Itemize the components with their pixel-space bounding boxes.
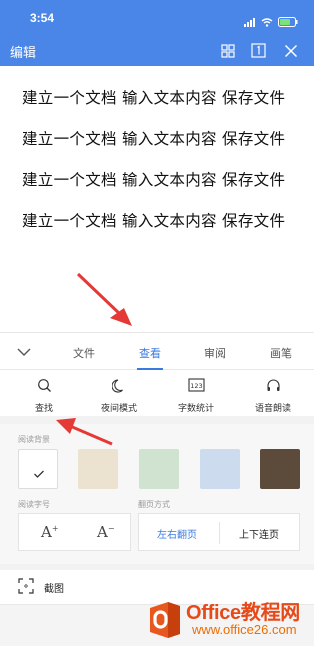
tab-file[interactable]: 文件 (73, 345, 95, 361)
word-count-button[interactable]: 123 字数统计 (164, 378, 228, 414)
watermark-url: www.office26.com (192, 622, 297, 637)
watermark: Office教程网 www.office26.com (140, 592, 314, 646)
bg-swatch-green[interactable] (139, 449, 179, 489)
document-line[interactable]: 建立一个文档 输入文本内容 保存文件 (22, 127, 285, 149)
font-increase-glyph: A (41, 523, 52, 541)
font-size-label: 阅读字号 (18, 500, 50, 509)
bg-swatch-blue[interactable] (200, 449, 240, 489)
read-aloud-label: 语音朗读 (254, 404, 291, 414)
page-turn-divider (219, 522, 220, 544)
read-aloud-button[interactable]: 语音朗读 (241, 378, 305, 414)
document-count-icon[interactable] (250, 42, 267, 59)
watermark-brand: Office教程网 (186, 602, 300, 624)
moon-icon (111, 378, 127, 397)
tab-pen[interactable]: 画笔 (270, 345, 292, 361)
title-bar: 编辑 (0, 36, 314, 66)
crop-icon (18, 578, 34, 598)
view-tools-row: 查找 夜间模式 123 字数统计 语音朗读 (0, 370, 314, 416)
word-count-icon: 123 (187, 378, 205, 397)
chevron-down-icon[interactable] (16, 343, 32, 362)
font-size-control: A+ A− (18, 513, 131, 551)
ribbon-tab-bar: 文件 查看 审阅 画笔 (0, 332, 314, 370)
night-mode-button[interactable]: 夜间模式 (87, 378, 151, 414)
search-icon (37, 378, 52, 397)
find-label: 查找 (34, 404, 53, 414)
tab-review[interactable]: 审阅 (204, 345, 226, 361)
headphones-icon (266, 378, 281, 397)
font-decrease-button[interactable]: A− (97, 523, 115, 541)
reading-background-label: 阅读背景 (18, 435, 50, 444)
tab-view[interactable]: 查看 (139, 345, 161, 361)
word-count-label: 字数统计 (177, 404, 214, 414)
document-line[interactable]: 建立一个文档 输入文本内容 保存文件 (22, 209, 285, 231)
wifi-icon (261, 12, 273, 31)
battery-icon (278, 12, 298, 31)
section-divider (0, 416, 314, 424)
document-line[interactable]: 建立一个文档 输入文本内容 保存文件 (22, 168, 285, 190)
bg-swatch-white[interactable] (18, 449, 58, 489)
svg-text:123: 123 (190, 382, 202, 390)
font-increase-button[interactable]: A+ (41, 523, 59, 541)
grid-icon[interactable] (219, 42, 236, 59)
system-icons (244, 12, 298, 31)
plus-icon: + (51, 524, 59, 533)
signal-icon (244, 12, 256, 31)
page-turn-vertical[interactable]: 上下连页 (239, 526, 279, 541)
document-line[interactable]: 建立一个文档 输入文本内容 保存文件 (22, 86, 285, 108)
bg-swatch-brown[interactable] (260, 449, 300, 489)
check-icon (33, 464, 45, 483)
status-bar: 3:54 (0, 0, 314, 36)
close-icon[interactable] (282, 42, 299, 59)
page-turn-horizontal[interactable]: 左右翻页 (157, 526, 197, 541)
status-time: 3:54 (30, 11, 55, 25)
find-button[interactable]: 查找 (12, 378, 76, 414)
screenshot-label: 截图 (44, 584, 64, 595)
page-turn-label: 翻页方式 (138, 500, 170, 509)
bg-swatch-beige[interactable] (78, 449, 118, 489)
minus-icon: − (107, 524, 115, 533)
night-mode-label: 夜间模式 (100, 404, 137, 414)
font-decrease-glyph: A (97, 523, 108, 541)
page-title: 编辑 (10, 46, 37, 61)
document-canvas[interactable]: 建立一个文档 输入文本内容 保存文件 建立一个文档 输入文本内容 保存文件 建立… (0, 66, 314, 332)
office-logo-icon (146, 600, 184, 644)
page-turn-control: 左右翻页 上下连页 (138, 513, 300, 551)
